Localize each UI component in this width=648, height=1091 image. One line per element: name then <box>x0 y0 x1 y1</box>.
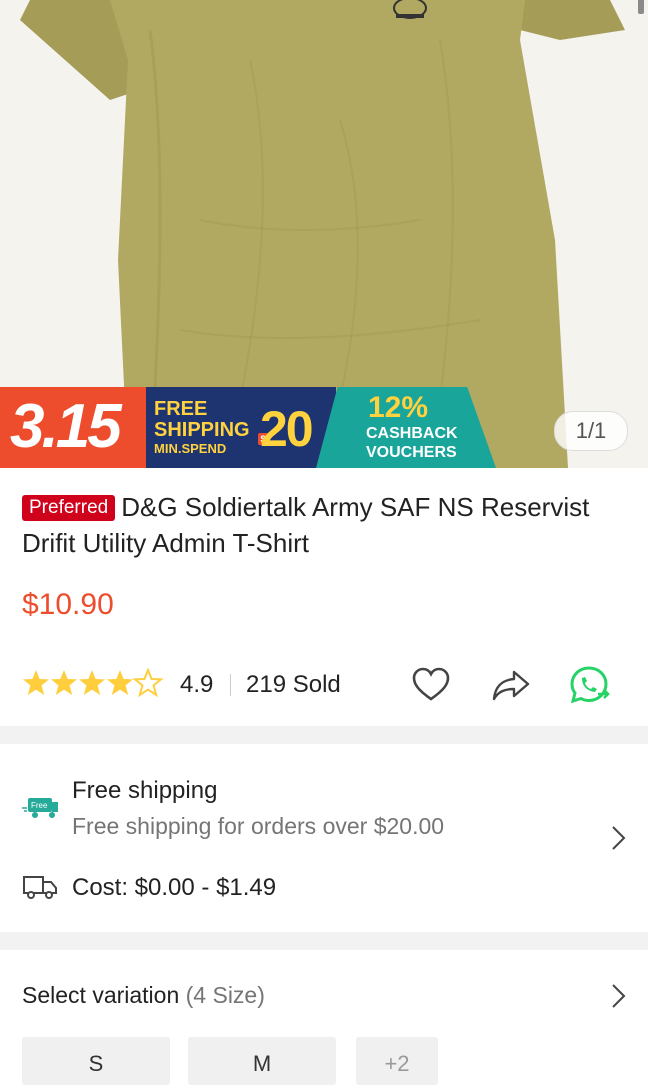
whatsapp-icon[interactable] <box>568 664 610 706</box>
share-arrow-icon[interactable] <box>490 664 532 706</box>
promo-banner[interactable]: 3.15 FREE SHIPPING MIN.SPEND $ 20 12% CA… <box>0 387 500 468</box>
free-shipping-title: Free shipping <box>72 777 218 804</box>
free-shipping-truck-icon: Free <box>22 798 58 818</box>
image-counter: 1/1 <box>554 411 628 451</box>
free-text: FREE <box>154 398 208 420</box>
cashback-percent: 12% <box>368 391 429 424</box>
rating-value: 4.9 <box>180 671 214 698</box>
scroll-indicator <box>638 0 644 14</box>
sale-date: 3.15 <box>10 392 122 461</box>
free-badge-text: Free <box>31 801 48 810</box>
divider <box>230 674 231 696</box>
min-spend-text: MIN.SPEND <box>154 441 227 456</box>
half-star-icon <box>134 669 162 696</box>
cashback-panel: 12% CASHBACK VOUCHERS <box>316 387 496 468</box>
section-divider <box>0 726 648 744</box>
preferred-badge: Preferred <box>22 495 116 521</box>
free-shipping-subtitle: Free shipping for orders over $20.00 <box>72 813 445 839</box>
shipping-cost: Cost: $0.00 - $1.49 <box>72 874 277 901</box>
shipping-text: SHIPPING <box>154 419 250 441</box>
vouchers-text: VOUCHERS <box>366 444 457 461</box>
variation-label: Select variation <box>22 982 180 1008</box>
free-shipping-panel: FREE SHIPPING MIN.SPEND $ 20 <box>146 387 336 468</box>
size-option-m[interactable]: M <box>188 1037 336 1085</box>
product-price: $10.90 <box>22 588 114 621</box>
star-icon <box>79 670 105 695</box>
chevron-right-icon[interactable] <box>608 982 628 1010</box>
product-image-gallery[interactable]: 3.15 FREE SHIPPING MIN.SPEND $ 20 12% CA… <box>0 0 648 468</box>
star-icon <box>51 670 77 695</box>
star-icon <box>23 670 49 695</box>
min-spend-amount: 20 <box>260 401 314 457</box>
sold-count: 219 Sold <box>246 671 341 698</box>
variation-count: (4 Size) <box>185 982 265 1008</box>
cashback-text: CASHBACK <box>366 425 458 442</box>
star-icon <box>107 670 133 695</box>
section-divider <box>0 932 648 950</box>
size-option-s[interactable]: S <box>22 1037 170 1085</box>
star-rating <box>23 669 162 696</box>
delivery-truck-icon <box>23 876 57 899</box>
chevron-right-icon[interactable] <box>608 824 628 852</box>
select-variation-label: Select variation (4 Size) <box>22 980 265 1010</box>
rating-row: 4.9 219 Sold <box>22 664 622 704</box>
more-sizes[interactable]: +2 <box>356 1037 438 1085</box>
sale-date-panel: 3.15 <box>0 387 146 468</box>
product-title-block: Preferred D&G Soldiertalk Army SAF NS Res… <box>22 489 622 561</box>
heart-icon[interactable] <box>410 664 452 706</box>
